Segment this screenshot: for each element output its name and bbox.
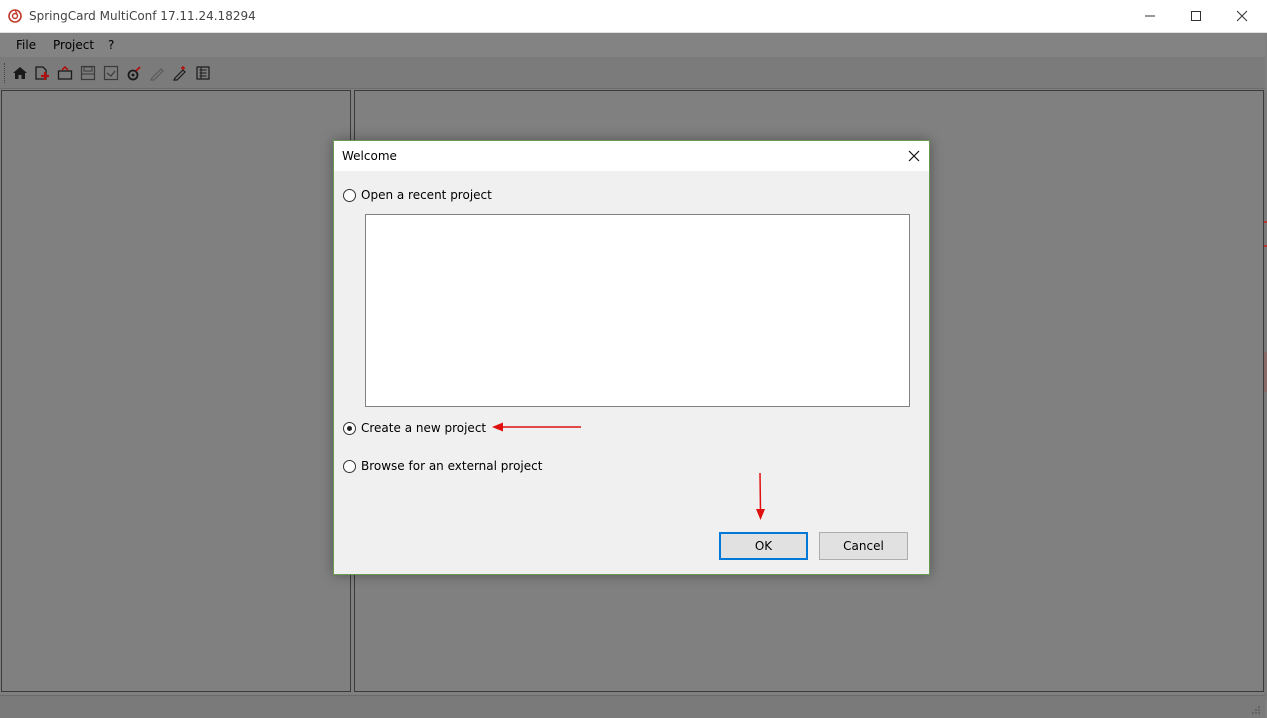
radio-open-recent[interactable] bbox=[343, 188, 356, 202]
cancel-button[interactable]: Cancel bbox=[819, 532, 908, 560]
radio-browse-external[interactable] bbox=[343, 459, 356, 473]
menu-file[interactable]: File bbox=[16, 38, 36, 52]
dialog-title: Welcome bbox=[342, 149, 397, 163]
welcome-dialog: Welcome Open a recent project Create a n… bbox=[333, 140, 930, 575]
home-icon[interactable] bbox=[11, 64, 29, 82]
maximize-icon bbox=[1191, 11, 1201, 21]
option-browse-external-label: Browse for an external project bbox=[361, 459, 543, 473]
minimize-button[interactable] bbox=[1127, 0, 1173, 32]
option-open-recent-label: Open a recent project bbox=[361, 188, 492, 202]
close-window-button[interactable] bbox=[1219, 0, 1265, 32]
option-create-new-label: Create a new project bbox=[361, 421, 487, 435]
option-browse-external[interactable]: Browse for an external project bbox=[343, 459, 542, 473]
radio-create-new[interactable] bbox=[343, 421, 356, 435]
new-project-icon[interactable] bbox=[33, 64, 51, 82]
annotation-arrow-down-icon bbox=[756, 472, 765, 520]
menu-project[interactable]: Project bbox=[53, 38, 94, 52]
menu-bar: File Project ? bbox=[0, 33, 1265, 57]
settings-icon[interactable] bbox=[125, 64, 143, 82]
project-tree-panel bbox=[1, 90, 351, 692]
annotation-arrow-left-icon bbox=[492, 422, 581, 432]
minimize-icon bbox=[1145, 15, 1155, 17]
dialog-close-button[interactable] bbox=[899, 141, 929, 171]
option-open-recent[interactable]: Open a recent project bbox=[343, 188, 492, 202]
edit-icon[interactable] bbox=[148, 64, 166, 82]
ok-button[interactable]: OK bbox=[719, 532, 808, 560]
close-icon bbox=[1236, 10, 1248, 22]
resize-grip-icon[interactable] bbox=[1251, 705, 1261, 715]
menu-help[interactable]: ? bbox=[108, 38, 114, 52]
report-icon[interactable] bbox=[194, 64, 212, 82]
dialog-titlebar: Welcome bbox=[334, 141, 929, 171]
window-title: SpringCard MultiConf 17.11.24.18294 bbox=[29, 9, 256, 23]
write-config-icon[interactable] bbox=[171, 64, 189, 82]
option-create-new[interactable]: Create a new project bbox=[343, 421, 486, 435]
app-logo-icon bbox=[8, 9, 22, 23]
save-icon[interactable] bbox=[79, 64, 97, 82]
close-icon bbox=[908, 150, 920, 162]
open-project-icon[interactable] bbox=[56, 64, 74, 82]
window-titlebar: SpringCard MultiConf 17.11.24.18294 bbox=[0, 0, 1267, 33]
toolbar bbox=[0, 57, 1265, 89]
recent-projects-list[interactable] bbox=[365, 214, 910, 407]
toolbar-grip bbox=[4, 63, 7, 83]
save-as-icon[interactable] bbox=[102, 64, 120, 82]
maximize-button[interactable] bbox=[1173, 0, 1219, 32]
status-bar bbox=[0, 695, 1265, 718]
